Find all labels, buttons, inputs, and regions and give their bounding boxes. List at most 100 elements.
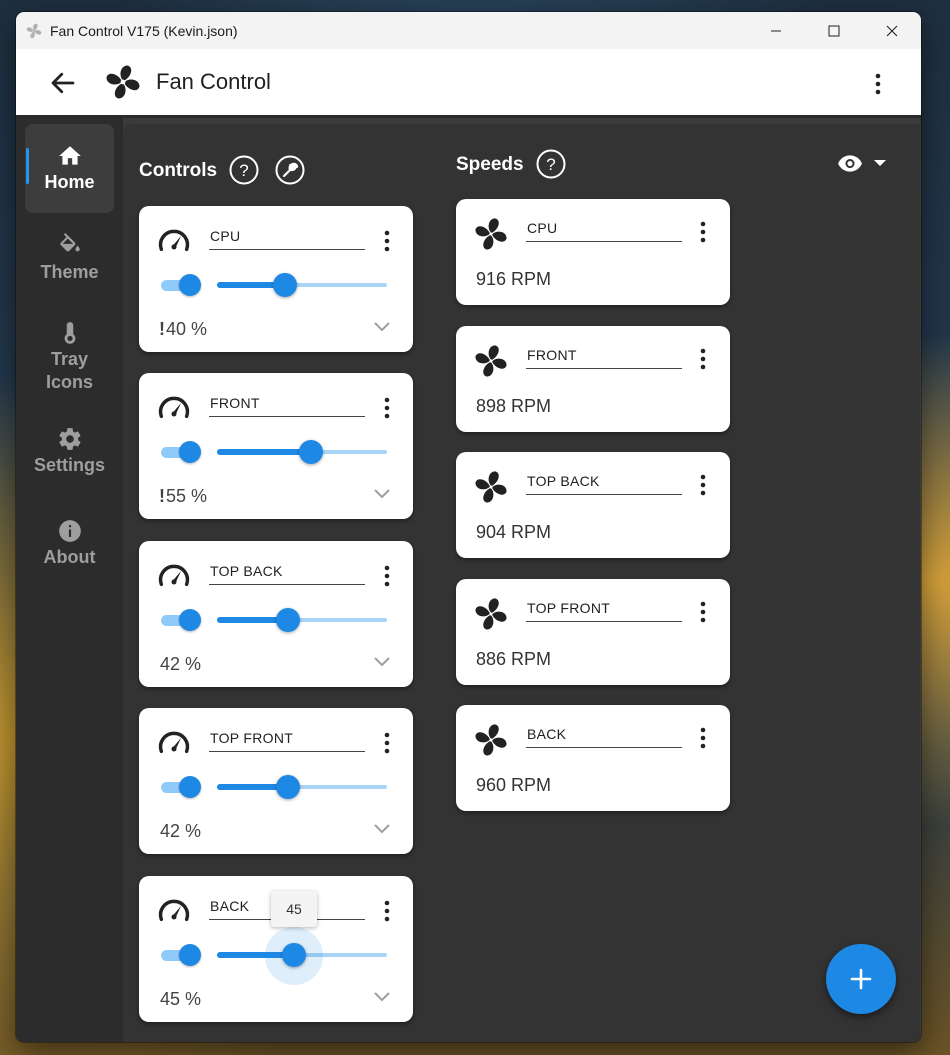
add-button[interactable] [826, 944, 896, 1014]
more-vert-icon [875, 73, 881, 95]
name-underline [526, 747, 682, 748]
minimize-button[interactable] [747, 12, 805, 49]
nav-about[interactable]: About [25, 518, 114, 569]
close-button[interactable] [863, 12, 921, 49]
nav-tray-icons[interactable]: Tray Icons [25, 320, 114, 394]
control-card: BACK 45 45 % [139, 876, 413, 1022]
speed-card: TOP FRONT 886 RPM [456, 579, 730, 685]
enable-toggle[interactable] [161, 776, 203, 798]
expand-chevron-icon[interactable] [373, 990, 391, 1004]
percent-readout: !55 % [159, 486, 208, 506]
active-indicator [26, 148, 29, 184]
back-arrow-icon[interactable] [48, 68, 78, 98]
fan-icon [475, 598, 507, 630]
warning-mark: ! [159, 319, 165, 339]
speed-name[interactable]: BACK [527, 726, 566, 742]
name-underline [209, 584, 365, 585]
slider-thumb[interactable] [276, 775, 300, 799]
speed-slider[interactable]: 45 [217, 891, 387, 985]
control-name[interactable]: CPU [210, 228, 240, 244]
speed-card: FRONT 898 RPM [456, 326, 730, 432]
fan-icon [475, 471, 507, 503]
percent-readout: !40 % [159, 319, 208, 339]
paint-bucket-icon [59, 233, 80, 252]
control-card: FRONT !55 % [139, 373, 413, 519]
speed-slider[interactable] [217, 775, 387, 799]
maximize-button[interactable] [805, 12, 863, 49]
app-small-fan-icon [26, 23, 42, 38]
slider-thumb[interactable] [282, 943, 306, 967]
visibility-dropdown[interactable] [835, 150, 895, 176]
rpm-readout: 898 RPM [476, 396, 552, 416]
more-vert-icon[interactable] [693, 346, 713, 374]
speed-card: BACK 960 RPM [456, 705, 730, 811]
control-name[interactable]: TOP BACK [210, 563, 283, 579]
nav-settings-label: Settings [33, 455, 105, 475]
gear-icon [58, 428, 80, 450]
more-vert-icon[interactable] [377, 395, 397, 423]
rpm-readout: 916 RPM [476, 269, 552, 289]
more-vert-icon[interactable] [693, 599, 713, 627]
minimize-icon [771, 30, 781, 31]
nav-settings[interactable]: Settings [25, 426, 114, 477]
rpm-readout: 960 RPM [476, 775, 552, 795]
control-name[interactable]: FRONT [210, 395, 260, 411]
speed-slider[interactable] [217, 608, 387, 632]
more-vert-icon[interactable] [377, 898, 397, 926]
control-name[interactable]: BACK [210, 898, 249, 914]
nav-home[interactable]: Home [25, 124, 114, 213]
more-vert-icon[interactable] [377, 730, 397, 758]
speedometer-icon [158, 899, 190, 922]
enable-toggle[interactable] [161, 441, 203, 463]
expand-chevron-icon[interactable] [373, 655, 391, 669]
slider-thumb[interactable] [276, 608, 300, 632]
speed-name[interactable]: CPU [527, 220, 557, 236]
more-vert-icon[interactable] [693, 219, 713, 247]
nav-theme[interactable]: Theme [25, 233, 114, 284]
speeds-help-icon[interactable]: ? [536, 149, 566, 179]
speedometer-icon [158, 229, 190, 252]
main-content: Controls ? Speeds ? CPU !40 % FRONT !55 … [123, 124, 920, 1042]
enable-toggle[interactable] [161, 609, 203, 631]
more-vert-icon[interactable] [377, 228, 397, 256]
nav-tray-icons-label: Tray Icons [45, 349, 93, 392]
app-window: Fan Control V175 (Kevin.json) Fan Contro… [16, 12, 921, 1042]
expand-chevron-icon[interactable] [373, 487, 391, 501]
rpm-readout: 886 RPM [476, 649, 552, 669]
maximize-icon [828, 25, 840, 36]
nav-home-label: Home [44, 172, 95, 192]
app-menu-button[interactable] [863, 69, 893, 99]
rpm-readout: 904 RPM [476, 522, 552, 542]
speed-slider[interactable] [217, 440, 387, 464]
speed-name[interactable]: FRONT [527, 347, 577, 363]
more-vert-icon[interactable] [693, 725, 713, 753]
app-title: Fan Control [156, 69, 271, 94]
svg-text:?: ? [546, 155, 555, 174]
caret-down-icon [874, 160, 886, 166]
speedometer-icon [158, 731, 190, 754]
speed-name[interactable]: TOP BACK [527, 473, 600, 489]
speed-card: TOP BACK 904 RPM [456, 452, 730, 558]
name-underline [209, 416, 365, 417]
more-vert-icon[interactable] [377, 563, 397, 591]
controls-help-icon[interactable]: ? [229, 155, 259, 185]
speed-name[interactable]: TOP FRONT [527, 600, 610, 616]
expand-chevron-icon[interactable] [373, 822, 391, 836]
slider-thumb[interactable] [273, 273, 297, 297]
expand-chevron-icon[interactable] [373, 320, 391, 334]
enable-toggle[interactable] [161, 274, 203, 296]
control-name[interactable]: TOP FRONT [210, 730, 293, 746]
fan-icon [475, 724, 507, 756]
speed-slider[interactable] [217, 273, 387, 297]
warning-mark: ! [159, 486, 165, 506]
controls-title: Controls [139, 160, 218, 181]
control-card: TOP BACK 42 % [139, 541, 413, 687]
controls-wrench-icon[interactable] [275, 155, 305, 185]
slider-thumb[interactable] [299, 440, 323, 464]
fan-icon [475, 345, 507, 377]
close-icon [886, 25, 898, 36]
more-vert-icon[interactable] [693, 472, 713, 500]
control-card: CPU !40 % [139, 206, 413, 352]
control-card: TOP FRONT 42 % [139, 708, 413, 854]
enable-toggle[interactable] [161, 944, 203, 966]
